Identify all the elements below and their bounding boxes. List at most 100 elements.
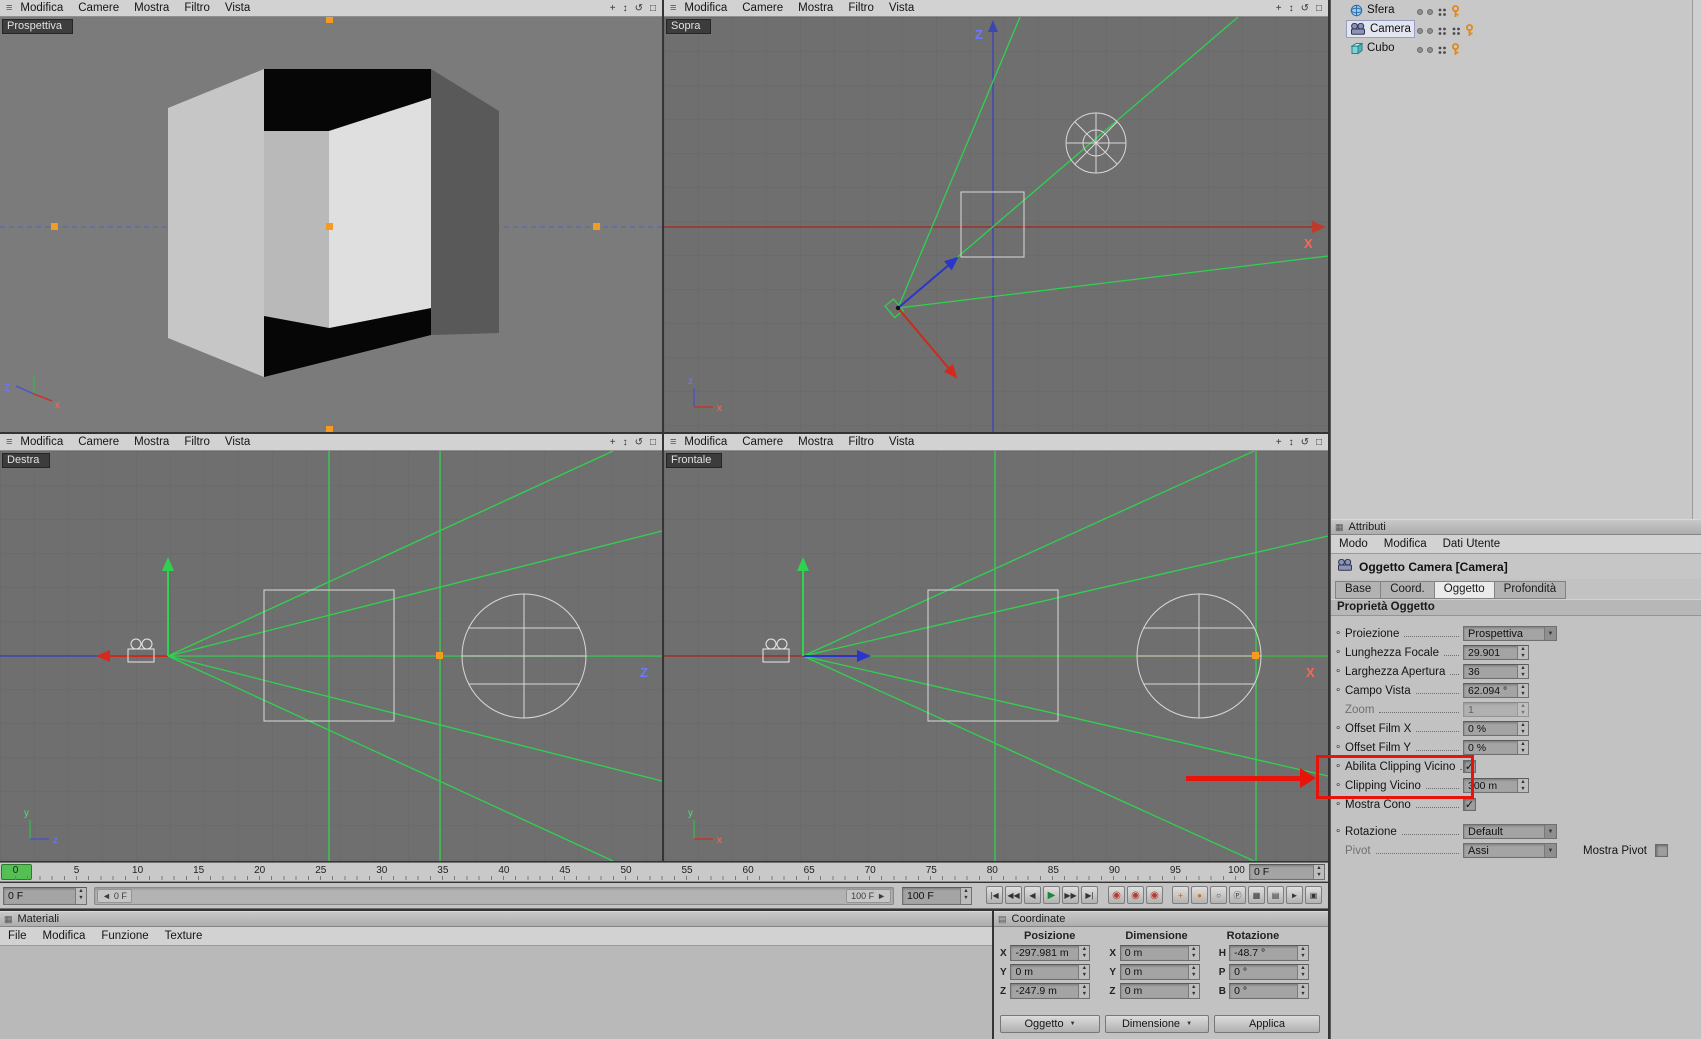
viewport-menu-camere[interactable]: Camere <box>78 2 119 14</box>
stepper-icon[interactable]: ▲ ▼ <box>1187 965 1199 979</box>
grid-a-button[interactable]: ▦ <box>1248 886 1265 904</box>
dot-grid-icon[interactable] <box>1437 7 1447 17</box>
rotate-icon[interactable]: ↺ <box>635 437 643 448</box>
viewport-canvas[interactable]: Z x Prospettiva <box>0 17 662 432</box>
pan-icon[interactable]: + <box>610 3 616 14</box>
rotation-p-field[interactable]: 0 ° ▲ ▼ <box>1229 964 1310 980</box>
viewport-canvas[interactable]: Z y z Destra <box>0 451 662 861</box>
stepper-down-icon[interactable]: ▼ <box>1189 972 1199 979</box>
grid-b-button[interactable]: ▤ <box>1267 886 1284 904</box>
viewport-menu-filtro[interactable]: Filtro <box>848 2 874 14</box>
position-z-field[interactable]: -247.9 m ▲ ▼ <box>1010 983 1091 999</box>
object-row-camera[interactable]: Camera <box>1331 19 1701 38</box>
zoom-icon[interactable]: ↕ <box>623 437 628 448</box>
stepper-icon[interactable]: ▲ ▼ <box>1078 984 1090 998</box>
frame-range-slider[interactable]: ◄ 0 F 100 F ► <box>94 887 894 905</box>
dimension-x-field[interactable]: 0 m ▲ ▼ <box>1119 945 1200 961</box>
stepper-icon[interactable]: ▲ ▼ <box>1187 946 1199 960</box>
dot-grid-icon[interactable] <box>1437 45 1447 55</box>
rotation-h-field[interactable]: -48.7 ° ▲ ▼ <box>1229 945 1310 961</box>
visibility-dot-editor[interactable] <box>1417 27 1423 34</box>
key-icon[interactable] <box>1451 43 1460 56</box>
stepper-icon[interactable]: ▲ ▼ <box>1517 646 1528 659</box>
dimension-y-field[interactable]: 0 m ▲ ▼ <box>1119 964 1200 980</box>
rotation-b-field[interactable]: 0 ° ▲ ▼ <box>1229 983 1310 999</box>
stepper-up-icon[interactable]: ▲ <box>1518 684 1528 691</box>
materials-menu-file[interactable]: File <box>8 930 27 942</box>
rotate-icon[interactable]: ↺ <box>1301 3 1309 14</box>
stepper-down-icon[interactable]: ▼ <box>1518 729 1528 736</box>
coord-button-oggetto[interactable]: Oggetto ▼ <box>1000 1015 1100 1033</box>
lunghezza-focale-field[interactable]: 29.901 ▲ ▼ <box>1463 645 1529 660</box>
range-end-handle[interactable]: 100 F ► <box>846 889 891 903</box>
pan-icon[interactable]: + <box>1276 437 1282 448</box>
stepper-up-icon[interactable]: ▲ <box>1518 665 1528 672</box>
visibility-dot-render[interactable] <box>1427 27 1433 34</box>
stepper-icon[interactable]: ▲ ▼ <box>1297 965 1309 979</box>
attributes-menu-modifica[interactable]: Modifica <box>1384 538 1427 550</box>
panel-grip-icon[interactable]: ≡ <box>670 2 676 14</box>
stepper-icon[interactable]: ▲ ▼ <box>1297 946 1309 960</box>
stepper-up-icon[interactable]: ▲ <box>1518 779 1528 786</box>
right-view[interactable]: Z y z <box>0 451 662 861</box>
stepper-down-icon[interactable]: ▼ <box>1314 872 1324 879</box>
stepper-up-icon[interactable]: ▲ <box>1518 741 1528 748</box>
key-button[interactable]: ● <box>1191 886 1208 904</box>
stepper-up-icon[interactable]: ▲ <box>1189 965 1199 972</box>
stepper-icon[interactable]: ▲ ▼ <box>960 888 971 904</box>
viewport-menu-modifica[interactable]: Modifica <box>20 436 63 448</box>
stepper-up-icon[interactable]: ▲ <box>1189 984 1199 991</box>
zoom-icon[interactable]: ↕ <box>1289 3 1294 14</box>
materials-menu-texture[interactable]: Texture <box>165 930 203 942</box>
start-frame-field[interactable]: 0 F ▲ ▼ <box>3 887 87 905</box>
stepper-down-icon[interactable]: ▼ <box>961 895 971 902</box>
maximize-icon[interactable]: □ <box>650 437 656 448</box>
cursor-button[interactable]: ► <box>1286 886 1303 904</box>
stepper-icon[interactable]: ▲ ▼ <box>1517 722 1528 735</box>
pan-icon[interactable]: + <box>1276 3 1282 14</box>
stepper-down-icon[interactable]: ▼ <box>1079 953 1089 960</box>
frustum-handle[interactable] <box>1252 652 1259 659</box>
pivot-dropdown[interactable]: Assi ▼ <box>1463 843 1557 858</box>
frustum-handle[interactable] <box>436 652 443 659</box>
stepper-icon[interactable]: ▲ ▼ <box>1517 665 1528 678</box>
campo-vista-field[interactable]: 62.094 ° ▲ ▼ <box>1463 683 1529 698</box>
stepper-icon[interactable]: ▲ ▼ <box>1187 984 1199 998</box>
visibility-dot-editor[interactable] <box>1417 46 1423 53</box>
prev-frame-button[interactable]: ◀ <box>1024 886 1041 904</box>
front-view[interactable]: X y x <box>664 451 1328 861</box>
record-position-button[interactable]: ◉ <box>1108 886 1125 904</box>
stepper-icon[interactable]: ▲ ▼ <box>1517 703 1528 716</box>
pan-icon[interactable]: + <box>610 437 616 448</box>
goto-start-button[interactable]: |◀ <box>986 886 1003 904</box>
attributes-menu-modo[interactable]: Modo <box>1339 538 1368 550</box>
dot-grid-icon[interactable] <box>1437 26 1447 36</box>
stepper-up-icon[interactable]: ▲ <box>1079 946 1089 953</box>
stepper-down-icon[interactable]: ▼ <box>1189 953 1199 960</box>
stepper-down-icon[interactable]: ▼ <box>1298 972 1308 979</box>
materials-menu-modifica[interactable]: Modifica <box>43 930 86 942</box>
materials-menu-funzione[interactable]: Funzione <box>101 930 148 942</box>
larghezza-apertura-field[interactable]: 36 ▲ ▼ <box>1463 664 1529 679</box>
viewport-menu-filtro[interactable]: Filtro <box>184 436 210 448</box>
rotate-icon[interactable]: ↺ <box>635 3 643 14</box>
visibility-dot-render[interactable] <box>1427 46 1433 53</box>
mostra-cono-checkbox[interactable]: ✓ <box>1463 798 1476 811</box>
maximize-icon[interactable]: □ <box>1316 437 1322 448</box>
position-y-field[interactable]: 0 m ▲ ▼ <box>1010 964 1091 980</box>
panel-grip-icon[interactable]: ≡ <box>670 436 676 448</box>
viewport-menu-filtro[interactable]: Filtro <box>848 436 874 448</box>
panel-grip-icon[interactable]: ≡ <box>6 2 12 14</box>
tab-coord[interactable]: Coord. <box>1380 581 1434 599</box>
stepper-down-icon[interactable]: ▼ <box>1518 710 1528 717</box>
stepper-down-icon[interactable]: ▼ <box>1189 991 1199 998</box>
zoom-field[interactable]: 1 ▲ ▼ <box>1463 702 1529 717</box>
viewport-menu-filtro[interactable]: Filtro <box>184 2 210 14</box>
current-frame-field[interactable]: 0 F ▲ ▼ <box>1249 864 1325 880</box>
viewport-menu-vista[interactable]: Vista <box>889 436 914 448</box>
stepper-up-icon[interactable]: ▲ <box>1314 865 1324 872</box>
stepper-down-icon[interactable]: ▼ <box>1518 653 1528 660</box>
perspective-view[interactable]: Z x <box>0 17 662 432</box>
visibility-dot-render[interactable] <box>1427 8 1433 15</box>
stepper-up-icon[interactable]: ▲ <box>1518 722 1528 729</box>
